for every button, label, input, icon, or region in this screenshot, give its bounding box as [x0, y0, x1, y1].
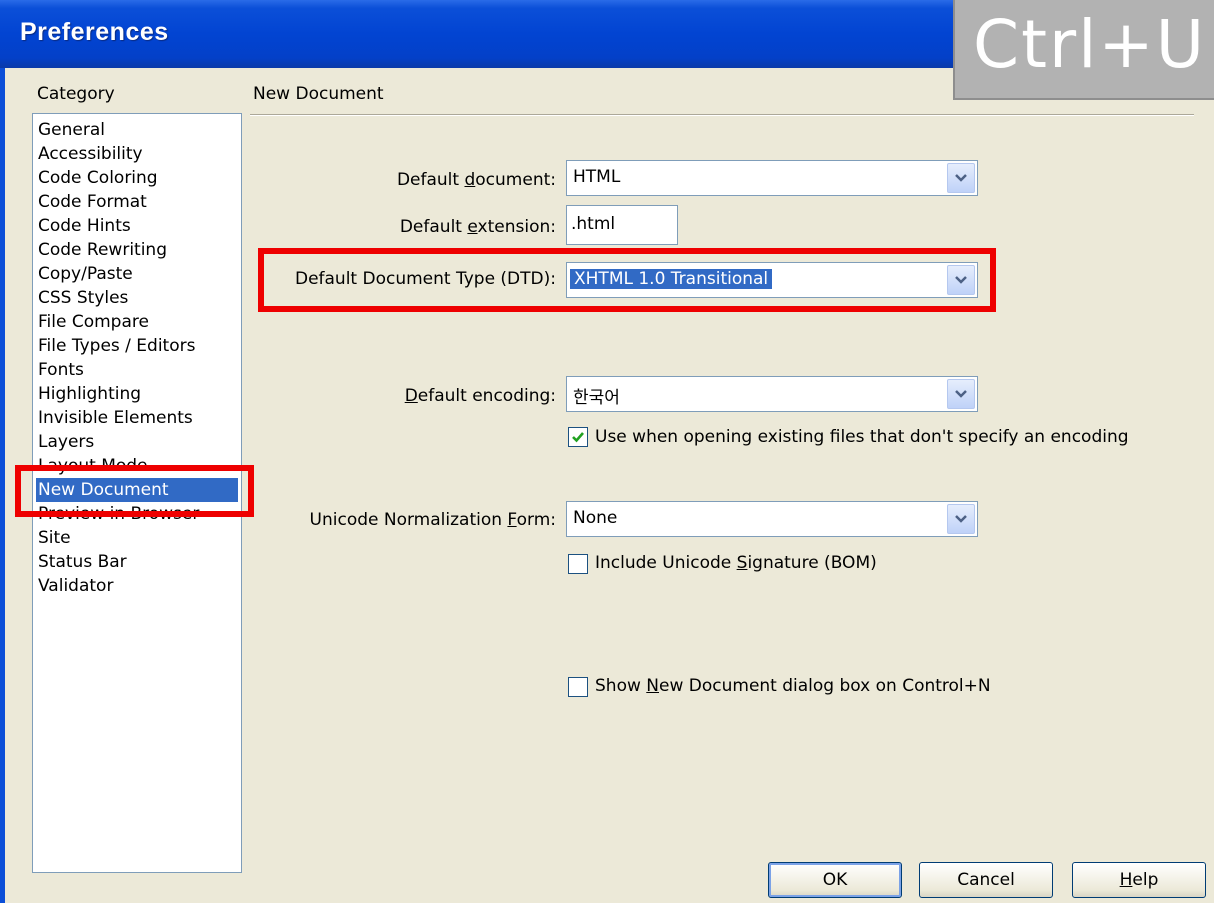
default-document-value: HTML — [573, 167, 621, 187]
use-when-opening-label[interactable]: Use when opening existing files that don… — [595, 427, 1129, 447]
category-item-code-coloring[interactable]: Code Coloring — [38, 166, 158, 190]
chevron-down-icon[interactable] — [947, 163, 975, 193]
unicode-normalization-value: None — [573, 508, 618, 528]
category-item-file-compare[interactable]: File Compare — [38, 310, 149, 334]
include-bom-label[interactable]: Include Unicode Signature (BOM) — [595, 553, 877, 573]
panel-divider — [250, 114, 1194, 116]
category-item-highlighting[interactable]: Highlighting — [38, 382, 141, 406]
help-button[interactable]: Help — [1072, 862, 1206, 898]
use-when-opening-checkbox[interactable] — [568, 427, 588, 447]
chevron-down-icon[interactable] — [947, 504, 975, 534]
show-new-document-dialog-checkbox[interactable] — [568, 677, 588, 697]
category-heading: Category — [37, 84, 115, 104]
category-item-fonts[interactable]: Fonts — [38, 358, 84, 382]
chevron-down-icon[interactable] — [947, 379, 975, 409]
default-document-select[interactable]: HTML — [566, 160, 978, 196]
category-item-css-styles[interactable]: CSS Styles — [38, 286, 128, 310]
default-encoding-select[interactable]: 한국어 — [566, 376, 978, 412]
default-encoding-label: Default encoding: — [404, 386, 556, 406]
category-item-file-types-editors[interactable]: File Types / Editors — [38, 334, 195, 358]
category-item-code-rewriting[interactable]: Code Rewriting — [38, 238, 167, 262]
default-document-label: Default document: — [396, 170, 556, 190]
unicode-normalization-select[interactable]: None — [566, 501, 978, 537]
default-encoding-value: 한국어 — [573, 388, 620, 408]
shortcut-text: Ctrl+U — [973, 6, 1207, 83]
category-item-invisible-elements[interactable]: Invisible Elements — [38, 406, 193, 430]
category-item-copy-paste[interactable]: Copy/Paste — [38, 262, 133, 286]
category-item-code-hints[interactable]: Code Hints — [38, 214, 131, 238]
default-extension-value: .html — [571, 214, 616, 234]
show-new-document-dialog-label[interactable]: Show New Document dialog box on Control+… — [595, 676, 991, 696]
window-title: Preferences — [20, 18, 169, 46]
category-item-general[interactable]: General — [38, 118, 105, 142]
category-item-layers[interactable]: Layers — [38, 430, 94, 454]
ok-button[interactable]: OK — [768, 862, 902, 898]
panel-title: New Document — [253, 84, 384, 104]
unicode-normalization-label: Unicode Normalization Form: — [309, 510, 556, 530]
category-item-site[interactable]: Site — [38, 526, 71, 550]
category-item-accessibility[interactable]: Accessibility — [38, 142, 143, 166]
category-item-status-bar[interactable]: Status Bar — [38, 550, 127, 574]
cancel-button[interactable]: Cancel — [919, 862, 1053, 898]
default-extension-input[interactable]: .html — [566, 205, 678, 245]
shortcut-overlay: Ctrl+U — [953, 0, 1214, 100]
checkmark-icon — [572, 432, 584, 443]
default-extension-label: Default extension: — [399, 217, 556, 237]
highlight-box-category — [15, 465, 254, 517]
category-item-code-format[interactable]: Code Format — [38, 190, 147, 214]
category-item-validator[interactable]: Validator — [38, 574, 113, 598]
include-bom-checkbox[interactable] — [568, 554, 588, 574]
highlight-box-dtd — [258, 248, 996, 312]
window-frame-left — [0, 68, 5, 903]
